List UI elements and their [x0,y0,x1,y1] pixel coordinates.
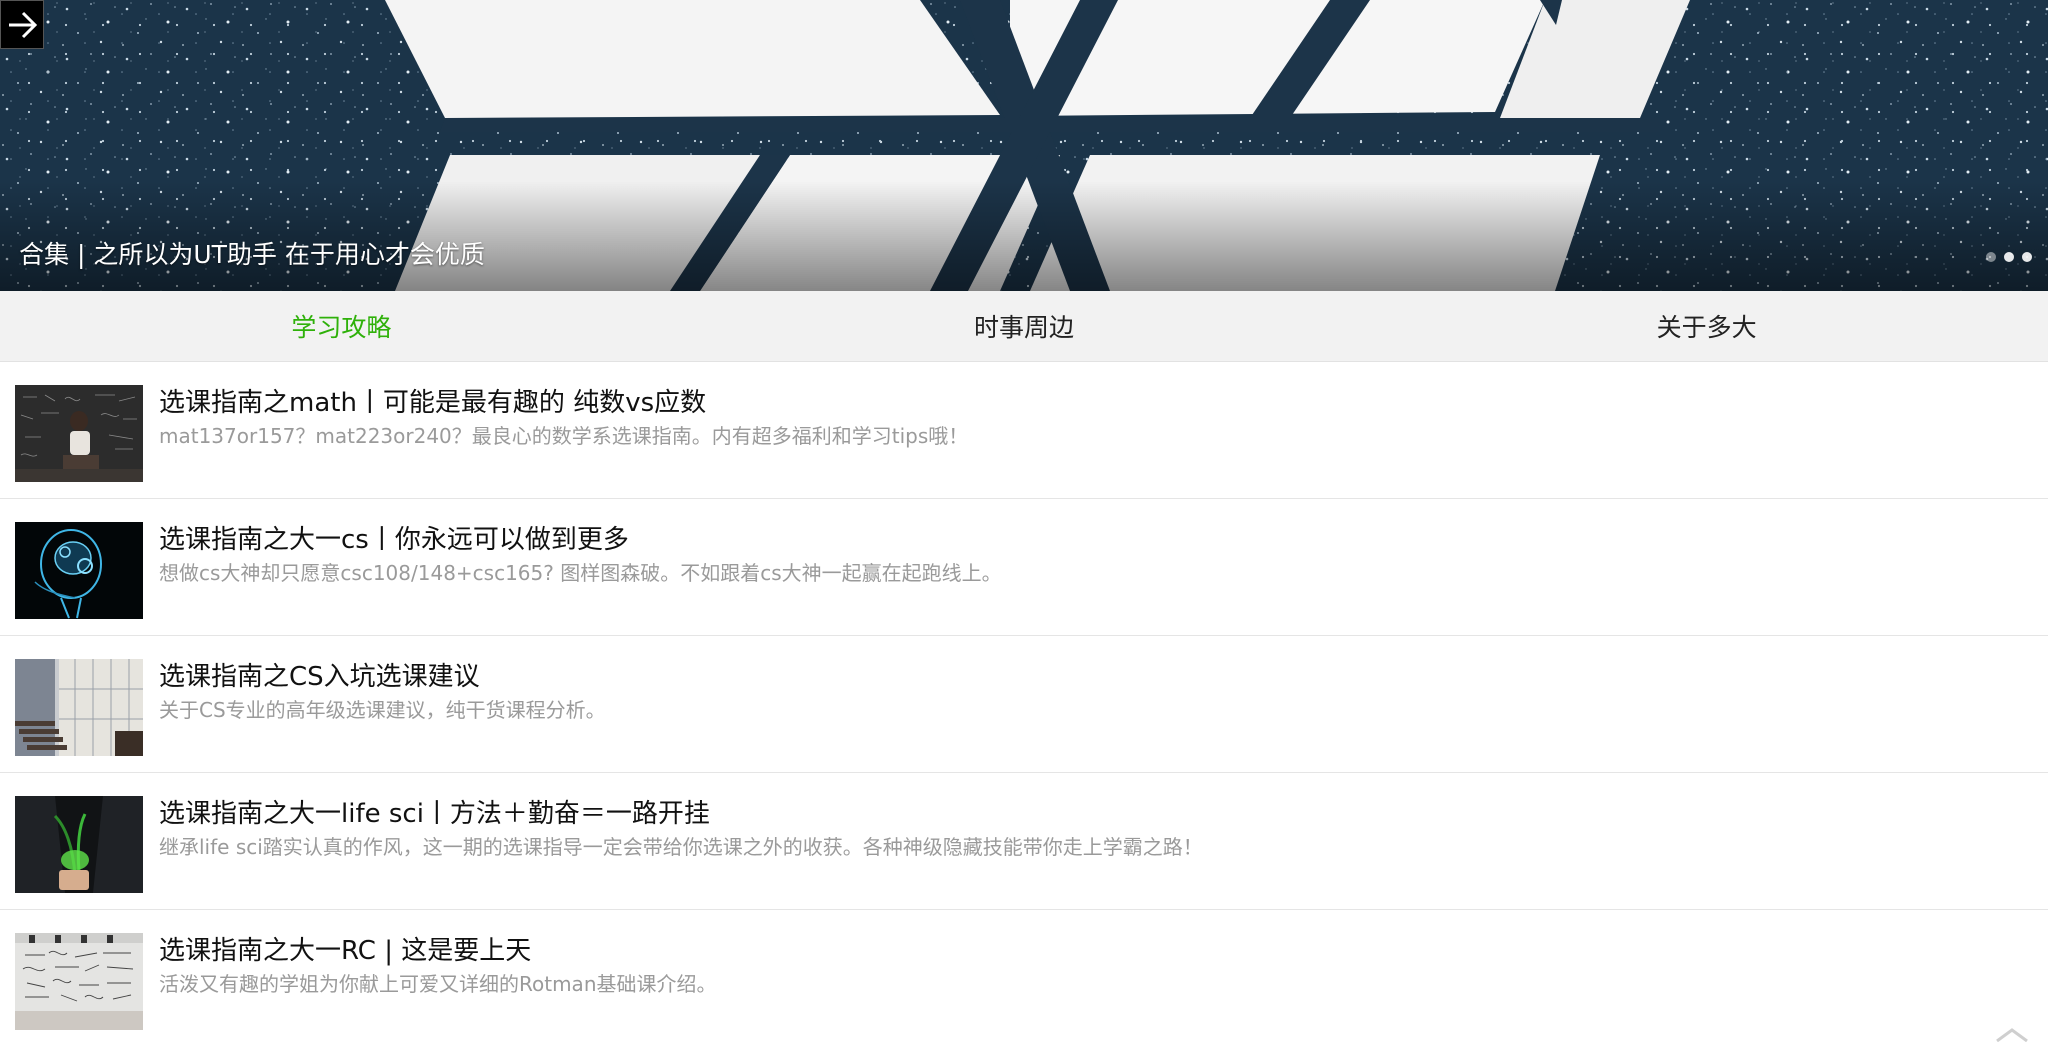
article-title[interactable]: 选课指南之CS入坑选课建议 [159,660,480,694]
article-thumbnail [15,796,143,893]
article-item-rc[interactable]: 选课指南之大一RC | 这是要上天 活泼又有趣的学姐为你献上可爱又详细的Rotm… [0,910,2048,1042]
app-page: 合集 | 之所以为UT助手 在于用心才会优质 学习攻略 时事周边 关于多大 选课… [0,0,2048,1042]
tab-study-guide[interactable]: 学习攻略 [0,291,683,361]
article-title[interactable]: 选课指南之大一RC | 这是要上天 [159,934,531,968]
article-item-math[interactable]: 选课指南之math丨可能是最有趣的 纯数vs应数 mat137or157？mat… [0,362,2048,499]
hero-gradient-overlay [0,181,2048,291]
slide-indicators [1986,252,2032,262]
tab-about-uoft[interactable]: 关于多大 [1365,291,2048,361]
article-title[interactable]: 选课指南之大一cs丨你永远可以做到更多 [159,523,629,557]
hero-caption[interactable]: 合集 | 之所以为UT助手 在于用心才会优质 [19,238,485,272]
article-item-cs-advice[interactable]: 选课指南之CS入坑选课建议 关于CS专业的高年级选课建议，纯干货课程分析。 [0,636,2048,773]
article-title[interactable]: 选课指南之大一life sci丨方法＋勤奋＝一路开挂 [159,797,710,831]
article-list: 选课指南之math丨可能是最有趣的 纯数vs应数 mat137or157？mat… [0,362,2048,1042]
article-description: 活泼又有趣的学姐为你献上可爱又详细的Rotman基础课介绍。 [159,972,717,996]
slide-dot-3[interactable] [2022,252,2032,262]
hero-banner[interactable]: 合集 | 之所以为UT助手 在于用心才会优质 [0,0,2048,291]
article-thumbnail [15,385,143,482]
article-item-cs-first-year[interactable]: 选课指南之大一cs丨你永远可以做到更多 想做cs大神却只愿意csc108/148… [0,499,2048,636]
back-button[interactable] [0,0,44,49]
article-thumbnail [15,522,143,619]
article-description: 继承life sci踏实认真的作风，这一期的选课指导一定会带给你选课之外的收获。… [159,835,1203,859]
chevron-up-icon[interactable] [1994,1028,2030,1042]
slide-dot-2[interactable] [2004,252,2014,262]
tab-news[interactable]: 时事周边 [683,291,1366,361]
article-description: 关于CS专业的高年级选课建议，纯干货课程分析。 [159,698,606,722]
category-tab-bar: 学习攻略 时事周边 关于多大 [0,291,2048,362]
article-item-life-sci[interactable]: 选课指南之大一life sci丨方法＋勤奋＝一路开挂 继承life sci踏实认… [0,773,2048,910]
article-title[interactable]: 选课指南之math丨可能是最有趣的 纯数vs应数 [159,386,706,420]
article-thumbnail [15,933,143,1030]
article-description: 想做cs大神却只愿意csc108/148+csc165? 图样图森破。不如跟着c… [159,561,1002,585]
article-description: mat137or157？mat223or240？最良心的数学系选课指南。内有超多… [159,424,969,448]
slide-dot-1[interactable] [1986,252,1996,262]
article-thumbnail [15,659,143,756]
arrow-right-icon [9,11,38,39]
